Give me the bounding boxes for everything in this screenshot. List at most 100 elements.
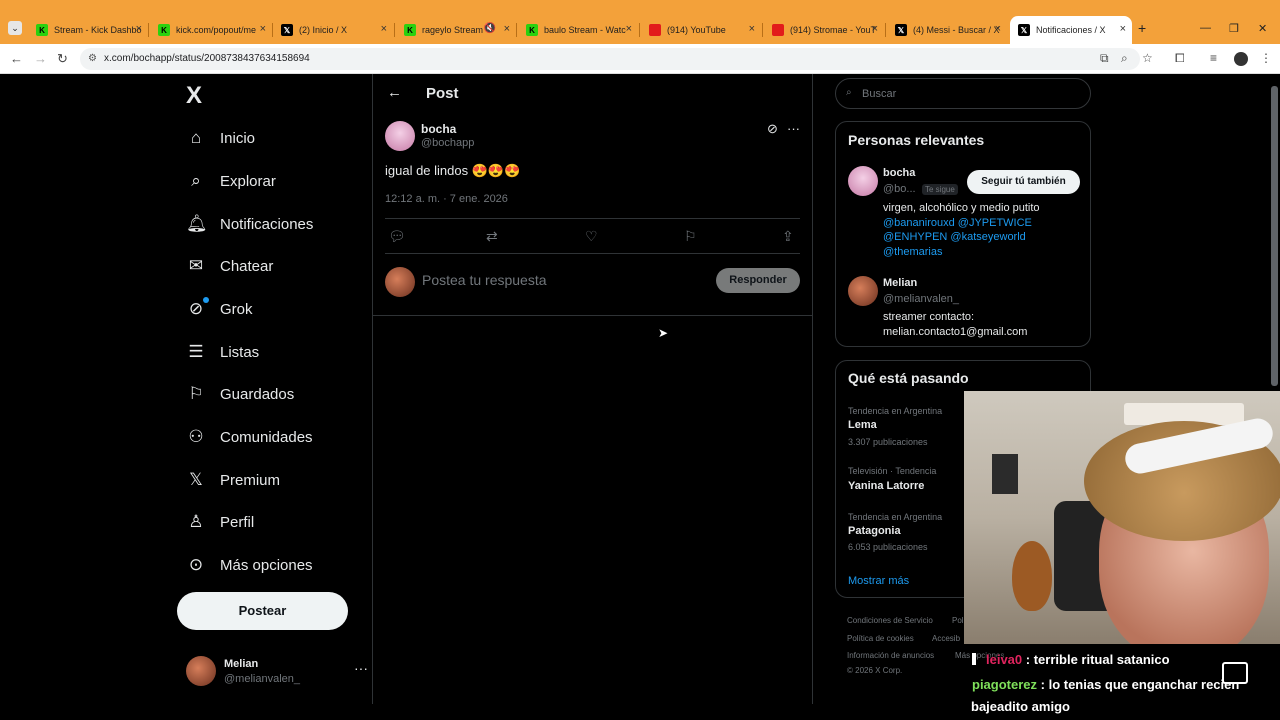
search-icon: ⌕ [846,87,852,98]
search-input[interactable]: ⌕ Buscar [835,78,1091,109]
close-icon[interactable]: × [626,23,632,35]
author-handle[interactable]: @bochapp [421,137,474,149]
minimize-icon[interactable]: — [1200,22,1211,34]
mention-link[interactable]: @themarias [883,246,942,258]
person-handle[interactable]: @bo... [883,183,916,195]
tab-rageylo[interactable]: K rageylo Stream - 🔇 × [396,18,516,42]
install-icon[interactable]: ⧉ [1100,51,1109,66]
nav-item-guardados[interactable]: ⚐ Guardados [186,384,294,404]
mention-link[interactable]: @katseyeworld [950,231,1025,243]
youtube-icon [772,24,784,36]
media-icon[interactable]: ≡ [1210,51,1217,65]
person-name[interactable]: bocha [883,167,915,179]
reply-icon[interactable]: 💬︎ [388,228,406,245]
maximize-icon[interactable]: ❐ [1229,22,1239,35]
author-name[interactable]: bocha [421,122,456,136]
close-icon[interactable]: × [381,23,387,35]
nav-item-mas-opciones[interactable]: ⊙ Más opciones [186,555,313,575]
nav-item-notificaciones[interactable]: 🔔︎ Notificaciones [186,214,313,234]
menu-icon[interactable]: ⋮ [1260,51,1272,65]
forward-icon[interactable]: → [34,51,47,66]
x-logo[interactable]: X [186,82,202,110]
bookmark-icon: ⚐ [188,384,204,403]
tab-stromae[interactable]: (914) Stromae - YouT × [764,18,884,42]
bio-text: virgen, alcohólico y medio putito [883,202,1040,214]
post-timestamp[interactable]: 12:12 a. m. · 7 ene. 2026 [385,193,508,205]
avatar[interactable] [848,276,878,306]
close-icon[interactable]: × [1120,23,1126,35]
tab-label: baulo Stream - Watc [544,25,626,35]
star-icon[interactable]: ☆ [1142,51,1153,65]
grok-icon[interactable]: ⊘ [767,121,778,137]
chat-username: leiva0 [986,652,1023,667]
person-name[interactable]: Melian [883,277,917,289]
mention-link[interactable]: @bananirouxd [883,217,955,229]
more-icon[interactable]: ··· [354,660,368,676]
share-icon[interactable]: ⇪ [782,228,794,245]
profile-avatar[interactable] [1234,52,1248,66]
tab-label: (914) Stromae - YouT [790,25,877,35]
mention-link[interactable]: @JYPETWICE [958,217,1032,229]
nav-item-premium[interactable]: 𝕏 Premium [186,470,280,490]
close-icon[interactable]: × [136,23,142,35]
reload-icon[interactable]: ↻ [57,51,68,67]
nav-item-explorar[interactable]: ⌕ Explorar [186,171,276,191]
show-more-link[interactable]: Mostrar más [848,575,909,587]
reply-input[interactable]: Postea tu respuesta [422,272,547,288]
close-icon[interactable]: × [749,23,755,35]
avatar[interactable] [848,166,878,196]
nav-item-chatear[interactable]: ✉ Chatear [186,256,274,276]
extensions-icon[interactable]: ⧠ [1175,51,1185,66]
person-handle[interactable]: @melianvalen_ [883,293,959,305]
new-tab-icon[interactable]: + [1138,20,1146,36]
close-icon[interactable]: × [872,23,878,35]
scrollbar[interactable] [1271,86,1278,386]
nav-item-listas[interactable]: ☰ Listas [186,342,259,362]
repost-icon[interactable]: ⇄ [486,228,498,245]
mention-link[interactable]: @ENHYPEN [883,231,947,243]
tab-messi-search[interactable]: 𝕏 (4) Messi - Buscar / X × [887,18,1007,42]
postear-button[interactable]: Postear [177,592,348,630]
responder-button[interactable]: Responder [716,268,800,293]
tab-kick-dashboard[interactable]: K Stream - Kick Dashbo × [28,18,148,42]
tab-baulo[interactable]: K baulo Stream - Watc × [518,18,638,42]
footer-link[interactable]: Información de anuncios [847,651,934,660]
nav-item-perfil[interactable]: ♙ Perfil [186,512,254,532]
footer-link[interactable]: Política de cookies [847,634,914,643]
mute-icon[interactable]: 🔇 [484,23,496,34]
author-avatar[interactable] [385,121,415,151]
back-icon[interactable]: ← [10,51,23,66]
trend-item-patagonia[interactable]: Patagonia [848,525,901,537]
close-icon[interactable]: × [504,23,510,35]
footer-link[interactable]: Accesib [932,634,960,643]
search-placeholder: Buscar [862,88,897,100]
close-icon[interactable]: × [260,23,266,35]
close-icon[interactable]: × [995,23,1001,35]
account-switcher[interactable]: Melian @melianvalen_ ··· [186,656,368,690]
tab-notificaciones[interactable]: 𝕏 Notificaciones / X × [1010,16,1132,44]
follow-button[interactable]: Seguir tú también [967,170,1080,194]
nav-label: Grok [220,300,253,318]
like-icon[interactable]: ♡ [585,228,598,245]
tab-x-inicio[interactable]: 𝕏 (2) Inicio / X × [273,18,393,42]
footer-link[interactable]: Pol [952,616,964,625]
url-field[interactable]: ⚙ x.com/bochapp/status/20087384376341586… [80,48,1140,70]
close-window-icon[interactable]: ✕ [1258,22,1267,35]
left-navigation: X ⌂ Inicio ⌕ Explorar 🔔︎ Notificaciones … [176,74,372,720]
tab-kick-popout[interactable]: K kick.com/popout/me × [150,18,272,42]
nav-item-grok[interactable]: ⊘ Grok [186,297,253,319]
site-info-icon[interactable]: ⚙ [88,53,97,64]
more-icon[interactable]: ··· [787,121,800,136]
trend-item-yanina-latorre[interactable]: Yanina Latorre [848,480,924,492]
nav-item-inicio[interactable]: ⌂ Inicio [186,128,255,148]
tab-youtube[interactable]: (914) YouTube × [641,18,761,42]
trend-item-lema[interactable]: Lema [848,419,877,431]
bookmark-icon[interactable]: ⚐ [684,228,697,245]
zoom-icon[interactable]: ⌕ [1121,51,1128,66]
back-arrow-icon[interactable]: ← [387,84,402,101]
chat-text: : lo tenias que enganchar recien [1040,677,1240,692]
nav-item-comunidades[interactable]: ⚇ Comunidades [186,427,312,447]
badge-icon [972,653,976,665]
footer-link[interactable]: Condiciones de Servicio [847,616,933,625]
tab-search-icon[interactable]: ⌄ [8,21,22,35]
